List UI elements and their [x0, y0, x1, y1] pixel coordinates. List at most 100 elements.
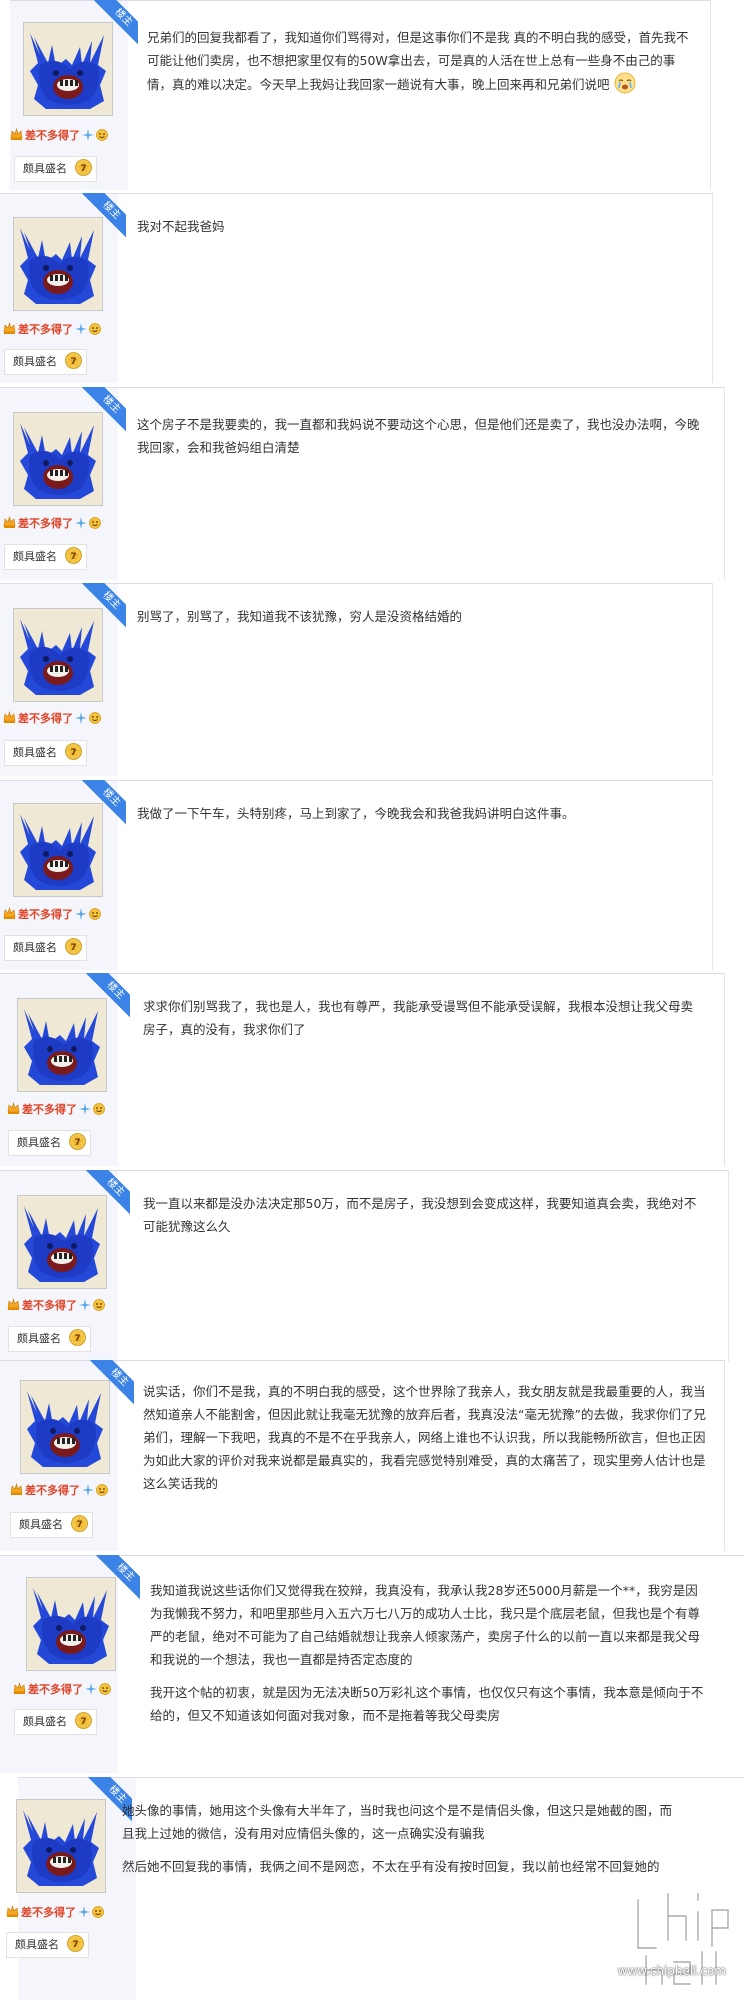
author-status: 差不多得了: [6, 1904, 104, 1920]
status-text[interactable]: 差不多得了: [18, 323, 73, 336]
reputation-badge[interactable]: 颇具盛名 7: [10, 1512, 93, 1538]
sparkle-icon: [82, 1484, 94, 1496]
post-content: 我知道我说这些话你们又觉得我在狡辩，我真没有，我承认我28岁还5000月薪是一个…: [150, 1579, 710, 1737]
status-text[interactable]: 差不多得了: [21, 1906, 76, 1919]
status-text[interactable]: 差不多得了: [18, 517, 73, 530]
smiley-icon: [92, 1906, 104, 1918]
crown-icon: [3, 516, 16, 528]
op-ribbon: 楼主: [84, 0, 138, 54]
crown-icon: [7, 1298, 20, 1310]
smiley-icon: [96, 129, 108, 141]
level-star-icon: 7: [69, 1329, 86, 1346]
status-text[interactable]: 差不多得了: [25, 1484, 80, 1497]
post-paragraph: 我做了一下午车，头特别疼，马上到家了，今晚我会和我爸我妈讲明白这件事。: [137, 806, 575, 821]
smiley-icon: [89, 908, 101, 920]
op-ribbon: 楼主: [76, 973, 130, 1027]
reputation-badge[interactable]: 颇具盛名 7: [4, 544, 87, 570]
post-paragraph: 兄弟们的回复我都看了，我知道你们骂得对，但是这事你们不是我 真的不明白我的感受，…: [147, 30, 689, 94]
reputation-label: 颇具盛名: [13, 355, 57, 368]
reputation-label: 颇具盛名: [17, 1332, 61, 1345]
reputation-badge[interactable]: 颇具盛名 7: [4, 349, 87, 375]
reputation-badge[interactable]: 颇具盛名 7: [14, 1709, 97, 1735]
post-content: 这个房子不是我要卖的，我一直都和我妈说不要动这个心思，但是他们还是卖了，我也没办…: [137, 413, 707, 469]
level-number: 7: [74, 1334, 80, 1344]
sparkle-icon: [79, 1299, 91, 1311]
status-text[interactable]: 差不多得了: [22, 1103, 77, 1116]
post-content: 求求你们别骂我了，我也是人，我也有尊严，我能承受谩骂但不能承受误解，我根本没想让…: [143, 995, 703, 1051]
op-ribbon-label: 楼主: [82, 193, 126, 240]
level-star-icon: 7: [71, 1515, 88, 1532]
author-status: 差不多得了: [7, 1297, 105, 1313]
level-number: 7: [70, 357, 76, 367]
post-paragraph: 说实话，你们不是我，真的不明白我的感受，这个世界除了我亲人，我女朋友就是我最重要…: [143, 1384, 706, 1491]
smiley-icon: [99, 1683, 111, 1695]
op-ribbon-label: 楼主: [86, 1170, 130, 1217]
author-status: 差不多得了: [13, 1681, 111, 1697]
post: 楼主差不多得了颇具盛名 7 我知道我说这些话你们又觉得我在狡辩，我真没有，我承认我2…: [0, 1555, 744, 1773]
level-number: 7: [80, 164, 86, 174]
op-ribbon-label: 楼主: [82, 583, 126, 630]
reputation-badge[interactable]: 颇具盛名 7: [14, 156, 97, 182]
level-star-icon: 7: [65, 743, 82, 760]
reputation-label: 颇具盛名: [17, 1136, 61, 1149]
reputation-label: 颇具盛名: [15, 1938, 59, 1951]
status-text[interactable]: 差不多得了: [28, 1683, 83, 1696]
status-text[interactable]: 差不多得了: [18, 712, 73, 725]
post-paragraph: 别骂了，别骂了，我知道我不该犹豫，穷人是没资格结婚的: [137, 609, 463, 624]
op-ribbon-label: 楼主: [96, 1555, 140, 1602]
sparkle-icon: [75, 323, 87, 335]
level-star-icon: 7: [69, 1133, 86, 1150]
status-text[interactable]: 差不多得了: [22, 1299, 77, 1312]
author-status: 差不多得了: [10, 1482, 108, 1498]
op-ribbon-label: 楼主: [90, 1360, 134, 1407]
reputation-label: 颇具盛名: [13, 746, 57, 759]
watermark-url: www.chiphell.com: [617, 1964, 726, 1978]
level-star-icon: 7: [65, 938, 82, 955]
reputation-label: 颇具盛名: [23, 1715, 67, 1728]
author-status: 差不多得了: [3, 515, 101, 531]
sparkle-icon: [78, 1906, 90, 1918]
op-ribbon-label: 楼主: [94, 0, 138, 47]
reputation-badge[interactable]: 颇具盛名 7: [4, 935, 87, 961]
post-paragraph: 她头像的事情，她用这个头像有大半年了，当时我也问这个是不是情侣头像，但这只是她截…: [122, 1803, 673, 1841]
author-status: 差不多得了: [7, 1101, 105, 1117]
post: 楼主差不多得了颇具盛名 7 我做了一下午车，头特别疼，马上到家了，今晚我会和我爸我妈…: [0, 780, 744, 970]
post: 楼主差不多得了颇具盛名 7 这个房子不是我要卖的，我一直都和我妈说不要动这个心思，但…: [0, 387, 744, 580]
reputation-badge[interactable]: 颇具盛名 7: [8, 1326, 91, 1352]
crown-icon: [10, 128, 23, 140]
op-ribbon: 楼主: [72, 780, 126, 834]
reputation-badge[interactable]: 颇具盛名 7: [8, 1130, 91, 1156]
crying-emoji-icon: [614, 72, 635, 94]
post-paragraph: 我对不起我爸妈: [137, 219, 225, 234]
reputation-badge[interactable]: 颇具盛名 7: [6, 1932, 89, 1958]
op-ribbon-label: 楼主: [86, 973, 130, 1020]
post-paragraph: 这个房子不是我要卖的，我一直都和我妈说不要动这个心思，但是他们还是卖了，我也没办…: [137, 417, 700, 455]
post-content: 我做了一下午车，头特别疼，马上到家了，今晚我会和我爸我妈讲明白这件事。: [137, 802, 697, 835]
op-ribbon-label: 楼主: [82, 387, 126, 434]
author-status: 差不多得了: [3, 710, 101, 726]
op-ribbon: 楼主: [80, 1360, 134, 1414]
level-star-icon: 7: [65, 547, 82, 564]
post-content: 我一直以来都是没办法决定那50万，而不是房子，我没想到会变成这样，我要知道真会卖…: [143, 1192, 703, 1248]
post: 楼主差不多得了颇具盛名 7 说实话，你们不是我，真的不明白我的感受，这个世界除了我亲…: [0, 1360, 744, 1551]
author-status: 差不多得了: [10, 127, 108, 143]
sparkle-icon: [85, 1683, 97, 1695]
status-text[interactable]: 差不多得了: [25, 129, 80, 142]
level-number: 7: [70, 943, 76, 953]
smiley-icon: [89, 323, 101, 335]
reputation-label: 颇具盛名: [13, 941, 57, 954]
reputation-label: 颇具盛名: [23, 162, 67, 175]
level-star-icon: 7: [75, 1712, 92, 1729]
post-content: 我对不起我爸妈: [137, 215, 697, 248]
reputation-label: 颇具盛名: [13, 550, 57, 563]
reputation-badge[interactable]: 颇具盛名 7: [4, 740, 87, 766]
level-number: 7: [70, 748, 76, 758]
post-content: 别骂了，别骂了，我知道我不该犹豫，穷人是没资格结婚的: [137, 605, 697, 638]
post-paragraph: 我开这个帖的初衷，就是因为无法决断50万彩礼这个事情，也仅仅只有这个事情，我本意…: [150, 1685, 704, 1723]
post-paragraph: 我知道我说这些话你们又觉得我在狡辩，我真没有，我承认我28岁还5000月薪是一个…: [150, 1583, 701, 1667]
smiley-icon: [93, 1103, 105, 1115]
status-text[interactable]: 差不多得了: [18, 908, 73, 921]
crown-icon: [3, 711, 16, 723]
post: 楼主差不多得了颇具盛名 7 兄弟们的回复我都看了，我知道你们骂得对，但是这事你们不是…: [0, 0, 744, 190]
crown-icon: [13, 1682, 26, 1694]
